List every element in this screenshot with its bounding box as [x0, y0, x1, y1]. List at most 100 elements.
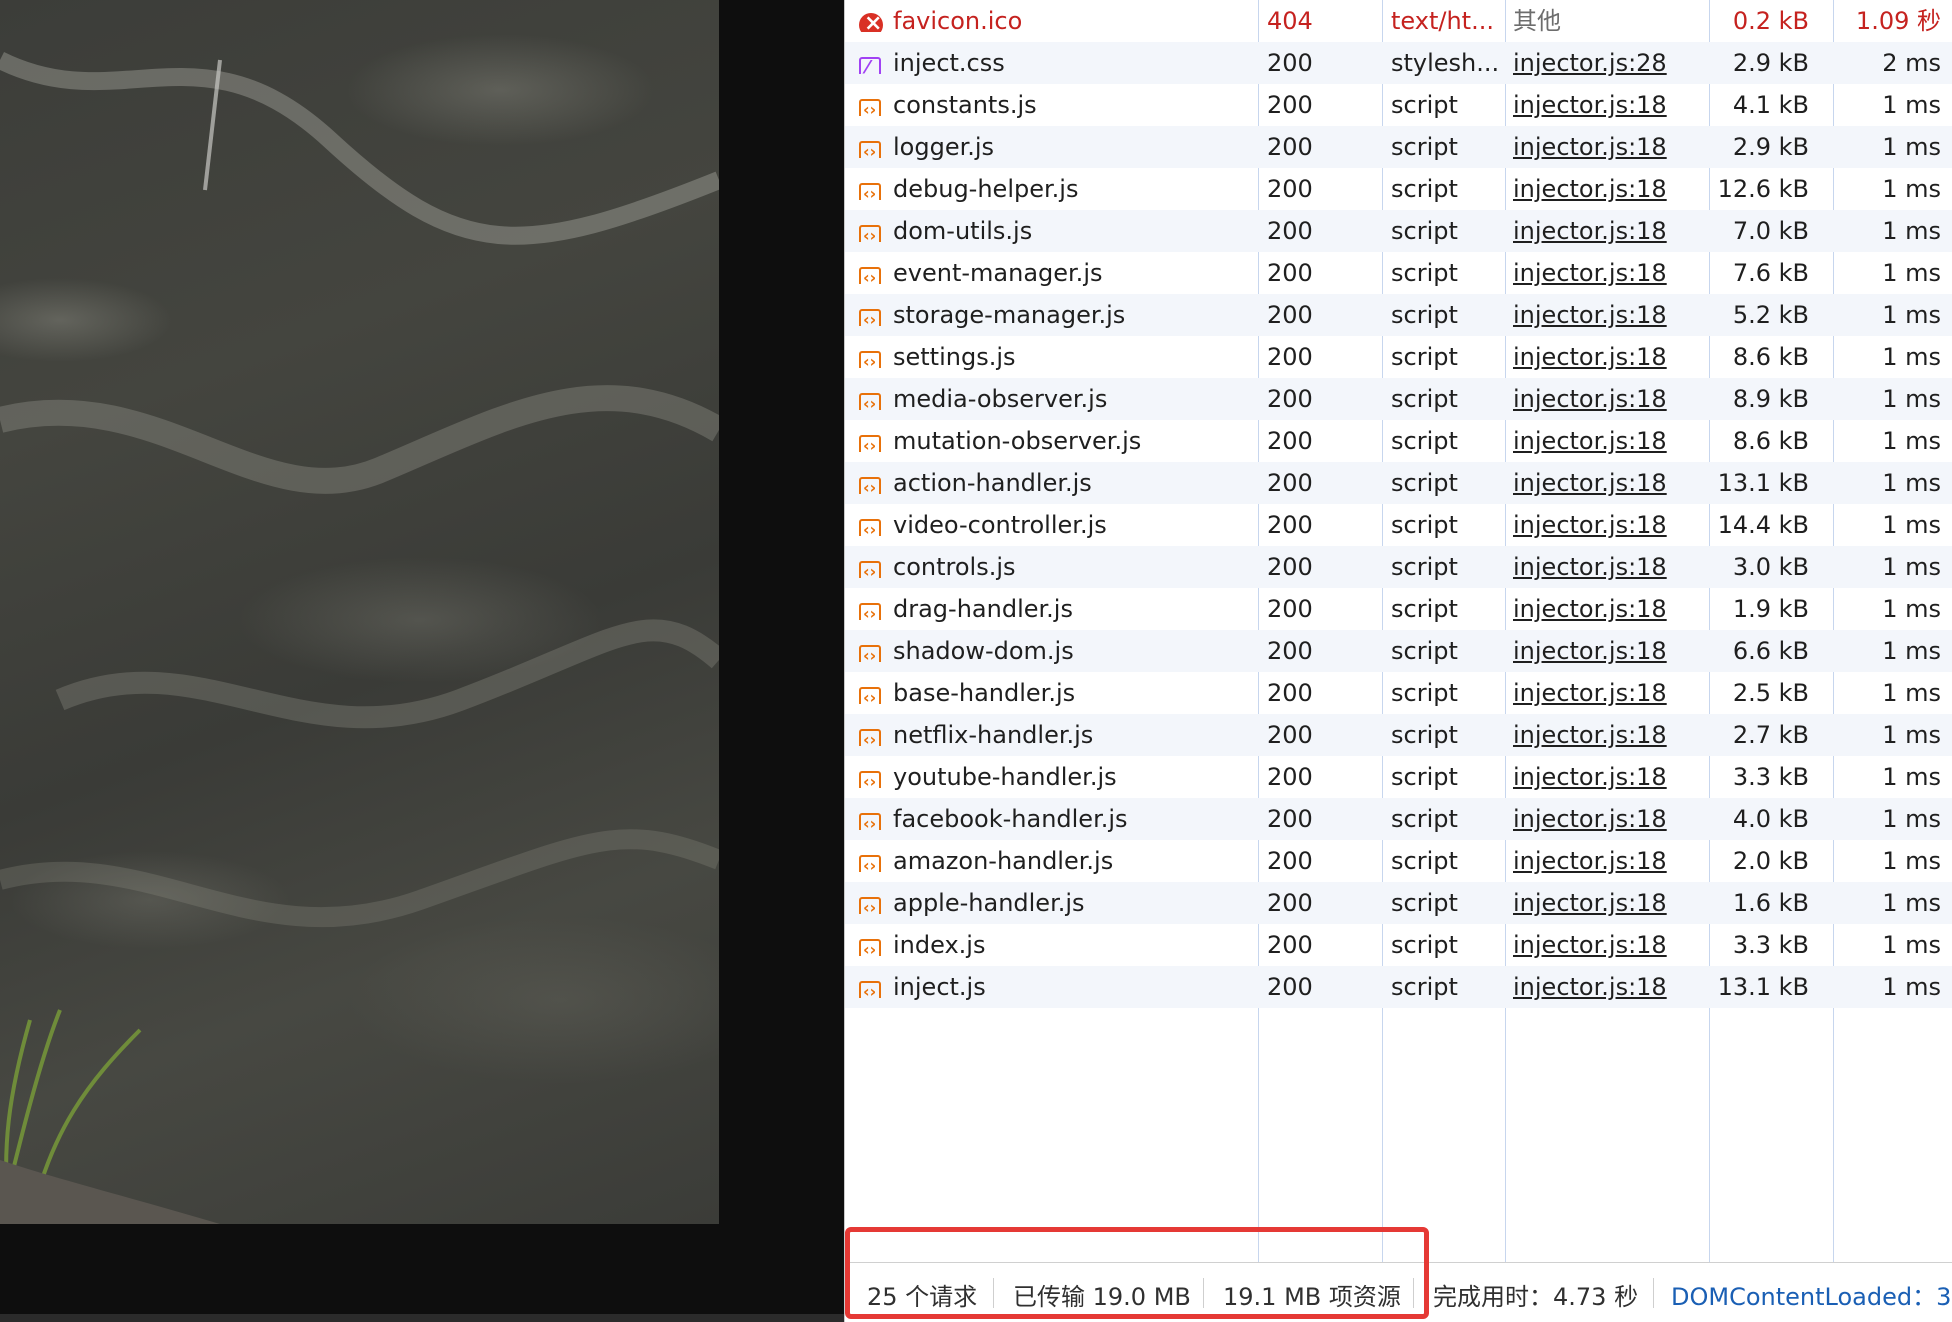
request-row[interactable]: logger.js 200 script injector.js:18 2.9 kB 1 … — [845, 126, 1952, 168]
request-initiator-link[interactable]: injector.js:18 — [1513, 840, 1703, 882]
request-type: script — [1391, 889, 1458, 917]
request-initiator-link[interactable]: injector.js:18 — [1513, 714, 1703, 756]
request-initiator-link[interactable]: injector.js:18 — [1513, 504, 1703, 546]
request-row[interactable]: inject.js 200 script injector.js:18 13.1 kB 1… — [845, 966, 1952, 1008]
request-initiator-link[interactable]: injector.js:18 — [1513, 924, 1703, 966]
request-status: 200 — [1267, 49, 1313, 77]
script-icon — [859, 260, 881, 284]
request-row[interactable]: netflix-handler.js 200 script injector.js:1… — [845, 714, 1952, 756]
request-row[interactable]: storage-manager.js 200 script injector.js:1… — [845, 294, 1952, 336]
request-status: 200 — [1267, 721, 1313, 749]
request-row[interactable]: facebook-handler.js 200 script injector.js:… — [845, 798, 1952, 840]
request-row[interactable]: base-handler.js 200 script injector.js:18 2.… — [845, 672, 1952, 714]
request-initiator-link[interactable]: injector.js:18 — [1513, 462, 1703, 504]
request-row[interactable]: video-controller.js 200 script injector.js:… — [845, 504, 1952, 546]
request-initiator-link[interactable]: injector.js:18 — [1513, 756, 1703, 798]
request-name: debug-helper.js — [893, 175, 1079, 203]
request-row[interactable]: settings.js 200 script injector.js:18 8.6 kB… — [845, 336, 1952, 378]
request-size: 3.3 kB — [1732, 763, 1809, 791]
request-initiator-link[interactable]: injector.js:18 — [1513, 546, 1703, 588]
script-icon — [859, 176, 881, 200]
request-row[interactable]: shadow-dom.js 200 script injector.js:18 6.6 … — [845, 630, 1952, 672]
request-time: 1 ms — [1882, 385, 1941, 413]
request-type: script — [1391, 637, 1458, 665]
script-icon — [859, 806, 883, 830]
request-time: 1 ms — [1882, 301, 1941, 329]
request-initiator-link[interactable]: injector.js:18 — [1513, 336, 1703, 378]
request-type: script — [1391, 595, 1458, 623]
request-initiator-link[interactable]: injector.js:18 — [1513, 378, 1703, 420]
request-initiator-link[interactable]: injector.js:18 — [1513, 588, 1703, 630]
request-initiator-link[interactable]: injector.js:28 — [1513, 42, 1703, 84]
request-time: 1 ms — [1882, 763, 1941, 791]
request-initiator-link[interactable]: injector.js:18 — [1513, 966, 1703, 1008]
request-row[interactable]: youtube-handler.js 200 script injector.js:1… — [845, 756, 1952, 798]
request-name: apple-handler.js — [893, 889, 1085, 917]
script-icon — [859, 764, 883, 788]
request-time: 1 ms — [1882, 931, 1941, 959]
request-row[interactable]: constants.js 200 script injector.js:18 4.1 k… — [845, 84, 1952, 126]
request-type: script — [1391, 259, 1458, 287]
request-initiator-link[interactable]: injector.js:18 — [1513, 420, 1703, 462]
request-row[interactable]: inject.css 200 stylesh... injector.js:28 2.9… — [845, 42, 1952, 84]
script-icon — [859, 176, 883, 200]
request-table[interactable]: favicon.ico 404 text/ht... 其他 0.2 kB 1.09 秒 in… — [845, 0, 1952, 1008]
script-icon — [859, 512, 883, 536]
request-row[interactable]: media-observer.js 200 script injector.js:18… — [845, 378, 1952, 420]
request-initiator-link[interactable]: injector.js:18 — [1513, 630, 1703, 672]
request-initiator-link[interactable]: injector.js:18 — [1513, 294, 1703, 336]
request-row[interactable]: index.js 200 script injector.js:18 3.3 kB 1 m… — [845, 924, 1952, 966]
request-name: constants.js — [893, 91, 1037, 119]
request-type: script — [1391, 385, 1458, 413]
request-row[interactable]: apple-handler.js 200 script injector.js:18 1… — [845, 882, 1952, 924]
request-status: 200 — [1267, 343, 1313, 371]
request-status: 200 — [1267, 931, 1313, 959]
request-size: 8.9 kB — [1732, 385, 1809, 413]
request-initiator-link[interactable]: injector.js:18 — [1513, 672, 1703, 714]
request-name: shadow-dom.js — [893, 637, 1074, 665]
request-name: inject.css — [893, 49, 1005, 77]
request-row[interactable]: event-manager.js 200 script injector.js:18 7… — [845, 252, 1952, 294]
request-status: 200 — [1267, 217, 1313, 245]
request-time: 1 ms — [1882, 343, 1941, 371]
request-name: action-handler.js — [893, 469, 1092, 497]
script-icon — [859, 638, 881, 662]
request-row[interactable]: mutation-observer.js 200 script injector.js… — [845, 420, 1952, 462]
request-row[interactable]: debug-helper.js 200 script injector.js:18 12… — [845, 168, 1952, 210]
image-viewer — [0, 0, 844, 1322]
request-size: 2.9 kB — [1732, 49, 1809, 77]
request-name: dom-utils.js — [893, 217, 1033, 245]
script-icon — [859, 764, 881, 788]
request-row[interactable]: drag-handler.js 200 script injector.js:18 1.… — [845, 588, 1952, 630]
request-row[interactable]: action-handler.js 200 script injector.js:18… — [845, 462, 1952, 504]
request-row[interactable]: dom-utils.js 200 script injector.js:18 7.0 k… — [845, 210, 1952, 252]
script-icon — [859, 428, 883, 452]
dom-content-loaded-time: DOMContentLoaded：3. — [1671, 1283, 1952, 1311]
status-separator — [993, 1278, 994, 1308]
script-icon — [859, 428, 881, 452]
script-icon — [859, 134, 881, 158]
request-initiator-link[interactable]: injector.js:18 — [1513, 210, 1703, 252]
request-initiator-link[interactable]: injector.js:18 — [1513, 252, 1703, 294]
script-icon — [859, 512, 881, 536]
request-type: script — [1391, 175, 1458, 203]
request-size: 5.2 kB — [1732, 301, 1809, 329]
script-icon — [859, 722, 881, 746]
script-icon — [859, 974, 881, 998]
request-time: 1 ms — [1882, 889, 1941, 917]
request-type: script — [1391, 511, 1458, 539]
script-icon — [859, 680, 881, 704]
request-initiator-link[interactable]: injector.js:18 — [1513, 882, 1703, 924]
request-name: drag-handler.js — [893, 595, 1073, 623]
request-row[interactable]: favicon.ico 404 text/ht... 其他 0.2 kB 1.09 秒 — [845, 0, 1952, 42]
request-type: script — [1391, 91, 1458, 119]
request-row[interactable]: controls.js 200 script injector.js:18 3.0 kB… — [845, 546, 1952, 588]
request-initiator-link[interactable]: injector.js:18 — [1513, 798, 1703, 840]
request-initiator-link[interactable]: injector.js:18 — [1513, 168, 1703, 210]
request-initiator-link[interactable]: injector.js:18 — [1513, 126, 1703, 168]
request-row[interactable]: amazon-handler.js 200 script injector.js:18… — [845, 840, 1952, 882]
request-initiator-link[interactable]: injector.js:18 — [1513, 84, 1703, 126]
water-surface-photo — [0, 0, 719, 1224]
network-panel[interactable]: favicon.ico 404 text/ht... 其他 0.2 kB 1.09 秒 in… — [844, 0, 1952, 1322]
request-name: favicon.ico — [893, 7, 1023, 35]
